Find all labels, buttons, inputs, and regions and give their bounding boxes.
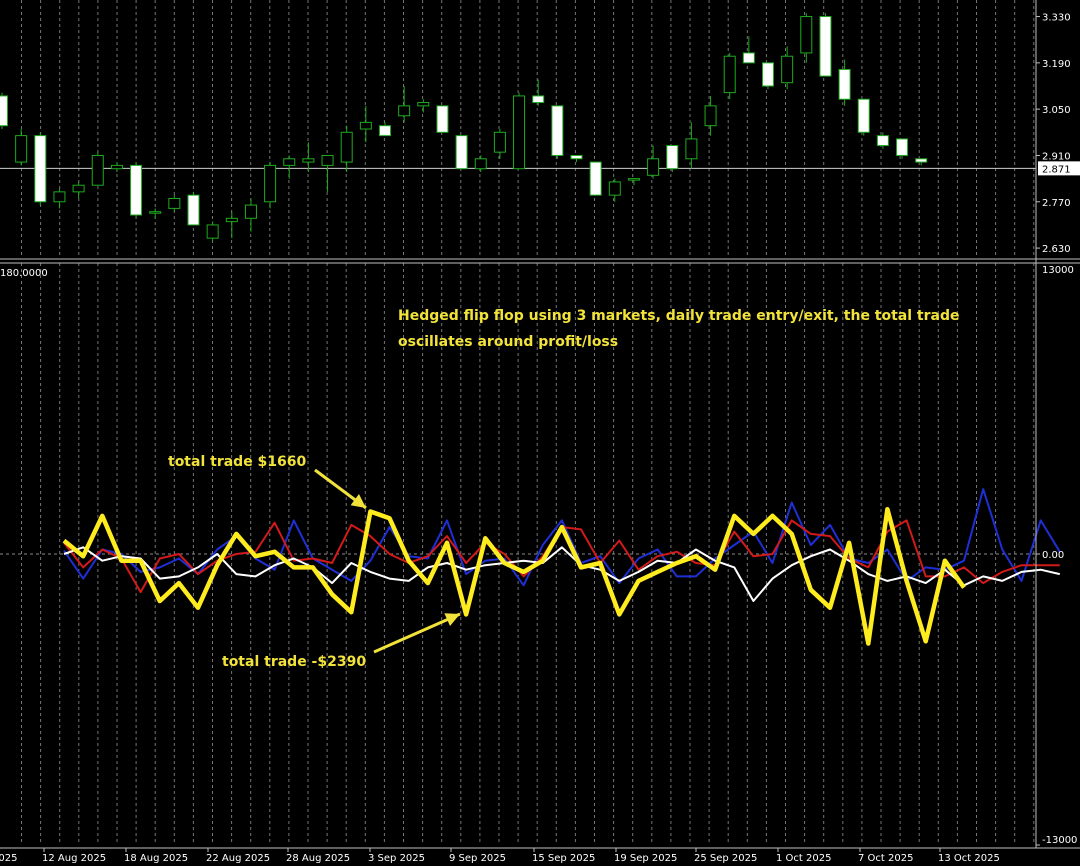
candle-up: [685, 138, 698, 160]
candle-down: [762, 62, 774, 87]
date-tick-label: 12 Aug 2025: [42, 853, 106, 864]
candle-down: [857, 98, 870, 133]
candle-up: [321, 154, 334, 166]
date-tick-label: 22 Aug 2025: [206, 853, 270, 864]
candle-up: [340, 131, 353, 163]
candle-up: [15, 135, 28, 163]
candle-up: [110, 164, 123, 170]
candle-down: [379, 125, 391, 137]
candle-up: [474, 158, 487, 170]
oscillator-top-left-label: 180.0000: [0, 268, 48, 279]
candle-up: [800, 16, 813, 54]
candle-up: [72, 184, 85, 193]
candle-up: [417, 102, 430, 107]
date-tick-label: 15 Sep 2025: [532, 853, 595, 864]
candle-down: [570, 154, 583, 160]
candle-up: [704, 105, 717, 127]
chart-canvas: 3.330 3.190 3.050 2.910 2.770 2.630 2.871 13000…: [0, 0, 1080, 866]
price-tick-label: 2.910: [1042, 151, 1071, 162]
date-tick-label: 9 Sep 2025: [449, 853, 506, 864]
candle-down: [896, 138, 909, 156]
date-tick-label: 13 Oct 2025: [938, 853, 1000, 864]
candle-up: [91, 154, 104, 186]
candle-down: [130, 164, 143, 216]
candle-up: [168, 197, 181, 209]
candle-up: [264, 164, 277, 203]
date-tick-label: 2025: [0, 853, 17, 864]
candle-up: [206, 224, 219, 239]
candle-down: [34, 135, 47, 203]
candle-up: [513, 95, 526, 170]
oscillator-tick-label: -13000: [1042, 835, 1077, 846]
candle-down: [742, 52, 755, 64]
date-tick-label: 18 Aug 2025: [124, 853, 188, 864]
price-tick-label: 3.190: [1042, 59, 1071, 70]
candle-up: [493, 131, 506, 153]
candle-up: [53, 191, 66, 203]
date-tick-label: 1 Oct 2025: [776, 853, 831, 864]
chart-background: [0, 0, 1080, 866]
date-tick-label: 3 Sep 2025: [368, 853, 425, 864]
candle-down: [589, 161, 602, 196]
price-tick-label: 2.630: [1042, 244, 1071, 255]
oscillator-tick-label: 0.00: [1042, 550, 1064, 561]
candle-up: [283, 158, 296, 166]
price-tick-label: 3.050: [1042, 105, 1071, 116]
candle-up: [244, 204, 257, 219]
candle-down: [0, 95, 8, 127]
candle-up: [608, 181, 621, 196]
date-tick-label: 7 Oct 2025: [858, 853, 913, 864]
candle-down: [666, 145, 679, 170]
candle-down: [455, 135, 468, 170]
candle-down: [819, 16, 832, 77]
date-tick-label: 25 Sep 2025: [694, 853, 757, 864]
candle-up: [647, 158, 660, 176]
price-tick-label: 2.770: [1042, 198, 1071, 209]
date-tick-label: 19 Sep 2025: [614, 853, 677, 864]
price-tick-label: 3.330: [1042, 13, 1071, 24]
candle-up: [302, 158, 315, 163]
candle-down: [436, 105, 449, 133]
date-tick-label: 28 Aug 2025: [286, 853, 350, 864]
candle-down: [876, 135, 889, 147]
candle-up: [149, 211, 162, 214]
candle-up: [781, 55, 794, 84]
candle-down: [838, 68, 851, 100]
current-price-label: 2.871: [1042, 164, 1071, 175]
candle-down: [187, 194, 200, 226]
chart-note-line-2: oscillates around profit/loss: [398, 334, 618, 350]
oscillator-tick-label: 13000: [1042, 265, 1074, 276]
candle-up: [398, 105, 411, 117]
chart-note-line-1: Hedged flip flop using 3 markets, daily …: [398, 308, 960, 324]
candle-up: [723, 55, 736, 94]
annotation-total-trade-high: total trade $1660: [168, 454, 307, 470]
annotation-total-trade-low: total trade -$2390: [222, 654, 366, 670]
candle-up: [359, 121, 372, 130]
candle-up: [225, 217, 238, 223]
candle-down: [551, 105, 564, 156]
candle-down: [915, 158, 928, 163]
candle-down: [532, 95, 545, 104]
candle-up: [627, 178, 640, 181]
